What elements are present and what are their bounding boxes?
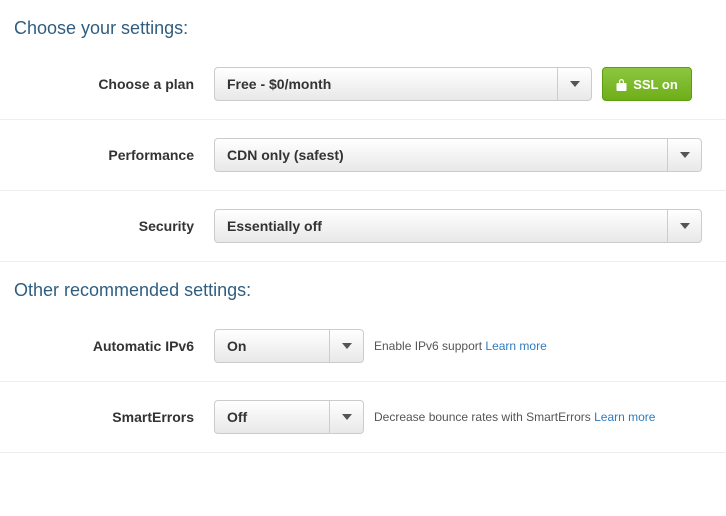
row-smarterrors: SmartErrors Off Decrease bounce rates wi…	[0, 382, 726, 453]
link-smarterrors-learn-more[interactable]: Learn more	[594, 410, 655, 424]
select-smarterrors-value: Off	[215, 401, 329, 433]
ssl-button-label: SSL on	[633, 77, 678, 92]
row-ipv6: Automatic IPv6 On Enable IPv6 support Le…	[0, 311, 726, 382]
desc-smarterrors: Decrease bounce rates with SmartErrors L…	[374, 410, 655, 424]
ssl-button[interactable]: SSL on	[602, 67, 692, 101]
chevron-down-icon	[557, 68, 591, 100]
label-security: Security	[14, 218, 214, 234]
section-title-other: Other recommended settings:	[0, 262, 726, 311]
chevron-down-icon	[329, 330, 363, 362]
select-ipv6-value: On	[215, 330, 329, 362]
select-smarterrors[interactable]: Off	[214, 400, 364, 434]
select-security-value: Essentially off	[215, 210, 667, 242]
label-smarterrors: SmartErrors	[14, 409, 214, 425]
row-plan: Choose a plan Free - $0/month SSL on	[0, 49, 726, 120]
chevron-down-icon	[329, 401, 363, 433]
link-ipv6-learn-more[interactable]: Learn more	[485, 339, 546, 353]
desc-ipv6: Enable IPv6 support Learn more	[374, 339, 547, 353]
label-performance: Performance	[14, 147, 214, 163]
row-security: Security Essentially off	[0, 191, 726, 262]
chevron-down-icon	[667, 139, 701, 171]
chevron-down-icon	[667, 210, 701, 242]
row-performance: Performance CDN only (safest)	[0, 120, 726, 191]
select-plan[interactable]: Free - $0/month	[214, 67, 592, 101]
select-performance-value: CDN only (safest)	[215, 139, 667, 171]
section-title-choose: Choose your settings:	[0, 0, 726, 49]
label-ipv6: Automatic IPv6	[14, 338, 214, 354]
label-plan: Choose a plan	[14, 76, 214, 92]
select-performance[interactable]: CDN only (safest)	[214, 138, 702, 172]
select-ipv6[interactable]: On	[214, 329, 364, 363]
select-plan-value: Free - $0/month	[215, 68, 557, 100]
select-security[interactable]: Essentially off	[214, 209, 702, 243]
lock-icon	[616, 78, 627, 91]
